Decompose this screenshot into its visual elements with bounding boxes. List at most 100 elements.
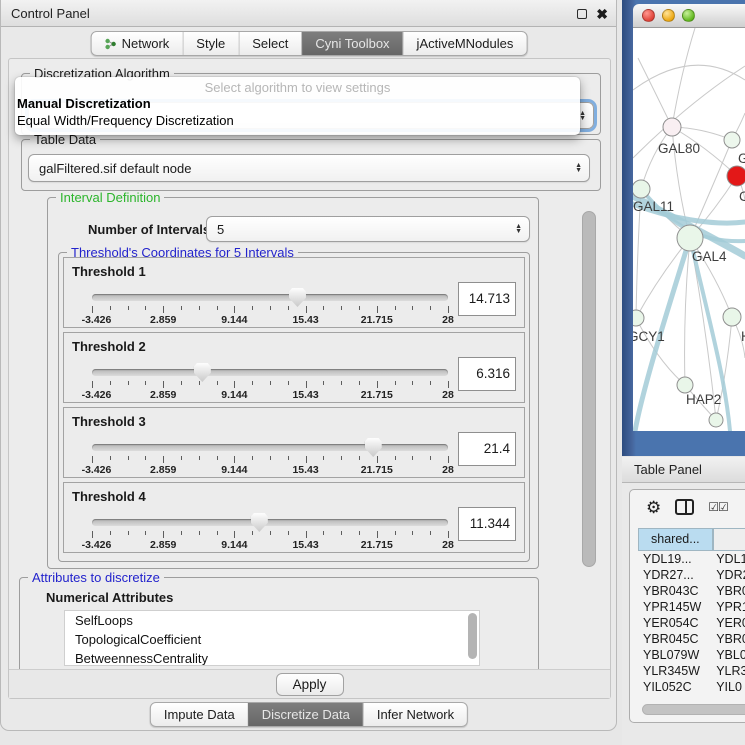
tab-impute-data[interactable]: Impute Data <box>151 703 248 726</box>
close-window-icon[interactable] <box>642 9 655 22</box>
top-tab-bar: NetworkStyleSelectCyni Toolbox jActiveMNo… <box>91 31 528 56</box>
table-cell[interactable]: YDL19... <box>638 551 713 567</box>
attributes-group: Attributes to discretize Numerical Attri… <box>19 577 539 669</box>
table-cell[interactable]: YER054C <box>638 615 713 631</box>
table-cell[interactable]: YLR345W <box>638 663 713 679</box>
tab-style[interactable]: Style <box>182 32 238 55</box>
close-panel-icon[interactable]: ✖ <box>596 9 608 19</box>
table-cell[interactable]: YIL052C <box>638 679 713 695</box>
table-column-header[interactable]: shared... <box>638 528 713 551</box>
threshold-slider-track[interactable] <box>92 444 448 451</box>
table-cell[interactable]: YDL1 <box>713 551 745 567</box>
table-row[interactable]: YDR27...YDR2 <box>638 567 745 583</box>
threshold-slider-thumb[interactable] <box>365 438 382 457</box>
tab-discretize-data[interactable]: Discretize Data <box>248 703 363 726</box>
table-panel-title: Table Panel <box>634 462 702 477</box>
number-of-intervals-combobox[interactable]: 5 ▲▼ <box>206 216 530 242</box>
network-node[interactable] <box>727 166 745 186</box>
tab-select[interactable]: Select <box>238 32 301 55</box>
network-node[interactable] <box>633 180 650 198</box>
float-panel-icon[interactable] <box>577 9 587 19</box>
table-row[interactable]: YLR345WYLR3 <box>638 663 745 679</box>
table-row[interactable]: YDL19...YDL1 <box>638 551 745 567</box>
cyni-toolbox-content: Discretization Algorithm ▲▼ Select algor… <box>8 58 611 699</box>
table-row[interactable]: YIL052CYIL0 <box>638 679 745 695</box>
table-settings-gear-icon[interactable]: ⚙ <box>646 499 661 516</box>
threshold-slider-thumb[interactable] <box>194 363 211 382</box>
tab-network[interactable]: Network <box>92 32 183 55</box>
table-row[interactable]: YBR045CYBR0 <box>638 631 745 647</box>
node-label: C <box>739 189 745 204</box>
attribute-list-item[interactable]: TopologicalCoefficient <box>65 630 479 649</box>
table-column-header[interactable]: na <box>713 528 745 551</box>
attribute-list-item[interactable]: SelfLoops <box>65 611 479 630</box>
numerical-attributes-list[interactable]: SelfLoopsTopologicalCoefficientBetweenne… <box>64 610 480 666</box>
table-row[interactable]: YBL079WYBL0 <box>638 647 745 663</box>
table-cell[interactable]: YLR3 <box>713 663 745 679</box>
algorithm-option[interactable]: Manual Discretization <box>15 95 580 112</box>
apply-button[interactable]: Apply <box>276 673 344 696</box>
table-cell[interactable]: YBL0 <box>713 647 745 663</box>
table-data-combobox[interactable]: galFiltered.sif default node ▲▼ <box>28 154 590 182</box>
table-panel-titlebar: Table Panel <box>622 457 745 483</box>
node-label: GAL11 <box>633 199 674 214</box>
algorithm-option[interactable]: Equal Width/Frequency Discretization <box>15 112 580 129</box>
table-cell[interactable]: YBL079W <box>638 647 713 663</box>
table-horizontal-scrollbar[interactable] <box>642 704 745 715</box>
network-node[interactable] <box>709 413 723 427</box>
slider-tick-labels: -3.4262.8599.14415.4321.71528 <box>92 314 448 326</box>
table-cell[interactable]: YBR0 <box>713 631 745 647</box>
table-row[interactable]: YPR145WYPR1 <box>638 599 745 615</box>
zoom-window-icon[interactable] <box>682 9 695 22</box>
table-cell[interactable]: YBR043C <box>638 583 713 599</box>
number-of-intervals-value: 5 <box>217 222 224 237</box>
table-cell[interactable]: YBR0 <box>713 583 745 599</box>
threshold-value-field[interactable]: 21.4 <box>458 432 516 466</box>
network-node[interactable] <box>633 310 644 326</box>
minimize-window-icon[interactable] <box>662 9 675 22</box>
threshold-slider-thumb[interactable] <box>289 288 306 307</box>
network-canvas[interactable]: GAL80GACGAL11GAL4GCY1HHAP2 <box>633 28 745 431</box>
threshold-slider-track[interactable] <box>92 294 448 301</box>
tab-label: jActiveMNodules <box>417 36 514 51</box>
threshold-value-field[interactable]: 6.316 <box>458 357 516 391</box>
table-cell[interactable]: YDR27... <box>638 567 713 583</box>
table-cell[interactable]: YER0 <box>713 615 745 631</box>
tab-jactivemnodules[interactable]: jActiveMNodules <box>403 32 527 55</box>
table-row[interactable]: YBR043CYBR0 <box>638 583 745 599</box>
threshold-slider-thumb[interactable] <box>251 513 268 532</box>
node-attribute-table: shared...na YDL19...YDL1YDR27...YDR2YBR0… <box>638 528 745 722</box>
table-cell[interactable]: YIL0 <box>713 679 745 695</box>
algorithm-dropdown-popup: Select algorithm to view settings Manual… <box>15 77 580 135</box>
attribute-list-item[interactable]: BetweennessCentrality <box>65 649 479 666</box>
attributes-list-scrollbar[interactable] <box>468 613 477 659</box>
control-panel-window: Control Panel ✖ NetworkStyleSelectCyni T… <box>0 0 617 731</box>
tab-label: Impute Data <box>164 707 235 722</box>
network-view-window: GAL80GACGAL11GAL4GCY1HHAP2 <box>622 0 745 456</box>
network-node[interactable] <box>663 118 681 136</box>
table-cell[interactable]: YBR045C <box>638 631 713 647</box>
settings-vertical-scrollbar[interactable] <box>582 211 596 567</box>
network-node[interactable] <box>677 225 703 251</box>
node-label: H <box>741 329 745 344</box>
table-cell[interactable]: YDR2 <box>713 567 745 583</box>
select-columns-icon[interactable]: ☑☑ <box>708 500 728 514</box>
table-cell[interactable]: YPR1 <box>713 599 745 615</box>
threshold-value-field[interactable]: 14.713 <box>458 282 516 316</box>
table-row[interactable]: YER054CYER0 <box>638 615 745 631</box>
table-panel-body: ⚙ ☑☑ shared...na YDL19...YDL1YDR27...YDR… <box>622 483 745 745</box>
tab-infer-network[interactable]: Infer Network <box>363 703 467 726</box>
threshold-value-field[interactable]: 11.344 <box>458 507 516 541</box>
tab-cyni-toolbox[interactable]: Cyni Toolbox <box>301 32 402 55</box>
slider-ruler <box>92 531 448 539</box>
threshold-slider-track[interactable] <box>92 519 448 526</box>
numerical-attributes-label: Numerical Attributes <box>46 590 173 605</box>
column-layout-icon[interactable] <box>675 499 694 515</box>
table-cell[interactable]: YPR145W <box>638 599 713 615</box>
node-label: HAP2 <box>686 392 721 407</box>
threshold-label: Threshold 1 <box>72 264 146 279</box>
network-node[interactable] <box>677 377 693 393</box>
network-node[interactable] <box>724 132 740 148</box>
threshold-slider-track[interactable] <box>92 369 448 376</box>
network-node[interactable] <box>723 308 741 326</box>
